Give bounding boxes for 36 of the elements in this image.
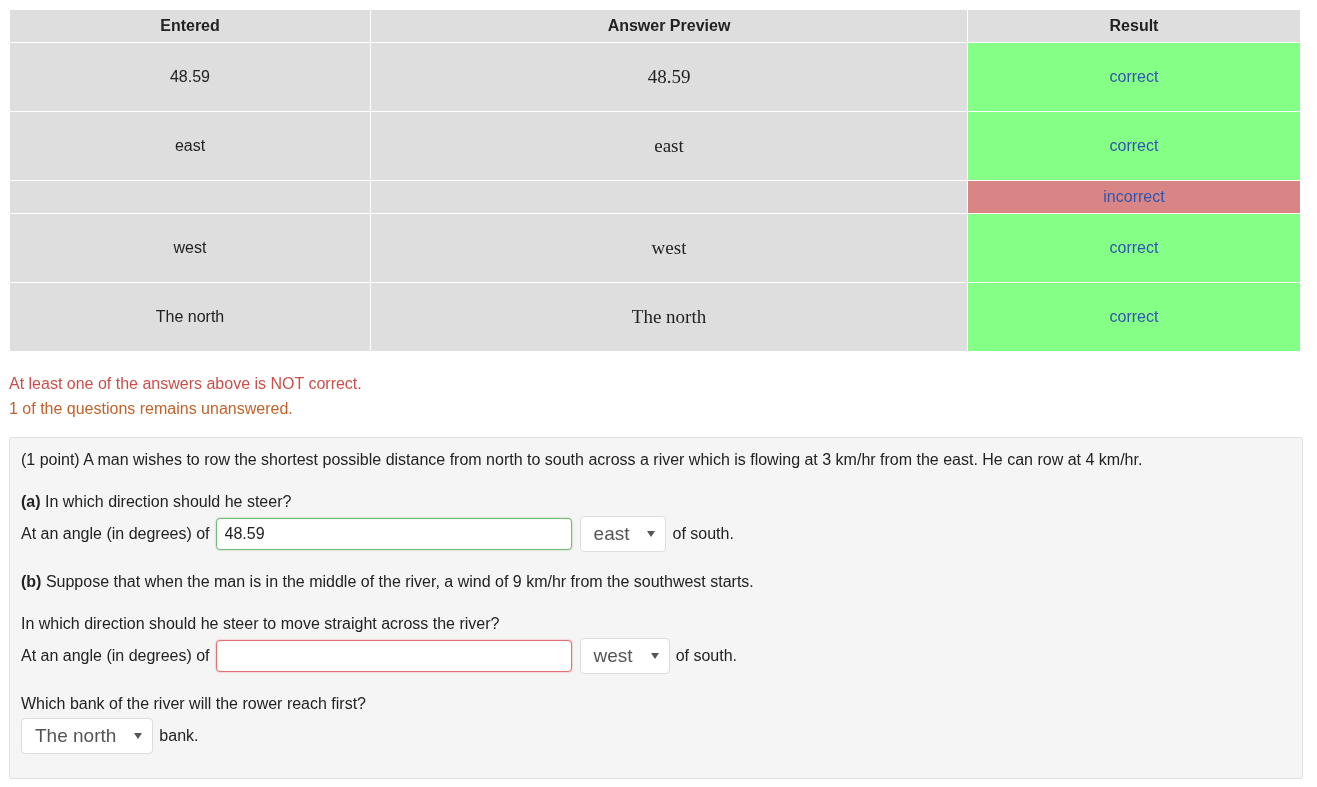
table-cell: east xyxy=(370,111,968,181)
column-header: Answer Preview xyxy=(370,9,968,43)
question-text: Which bank of the river will the rower reach first? xyxy=(21,694,367,714)
result-cell: correct xyxy=(967,282,1301,352)
question-text: In which direction should he steer to move straight across the river? xyxy=(21,614,501,634)
caret-icon xyxy=(134,733,143,739)
problem-text: (1 point) A man wishes to row the shortest possible distance from north to south across a river which is flowing at 3 km/hr from the east. He can row at 4 km/hr. xyxy=(21,450,1144,470)
caret-icon xyxy=(647,531,656,537)
result-cell: correct xyxy=(967,213,1301,283)
dropdown[interactable]: west xyxy=(579,638,670,674)
table-cell: 48.59 xyxy=(370,42,968,112)
column-header: Result xyxy=(967,9,1301,43)
table-cell: west xyxy=(9,213,371,283)
answer-field[interactable]: 48.59 xyxy=(215,518,572,550)
column-header: Entered xyxy=(9,9,371,43)
table-cell: 48.59 xyxy=(9,42,371,112)
table-cell: The north xyxy=(9,282,371,352)
prompt-text: At an angle (in degrees) of xyxy=(21,525,210,543)
suffix-text: bank. xyxy=(159,727,199,745)
table-cell: The north xyxy=(370,282,968,352)
result-cell: correct xyxy=(967,42,1301,112)
suffix-text: of south. xyxy=(672,525,734,543)
result-cell: correct xyxy=(967,111,1301,181)
feedback-message: 1 of the questions remains unanswered. xyxy=(9,399,294,419)
dropdown[interactable]: The north xyxy=(21,718,154,754)
dropdown[interactable]: east xyxy=(579,516,667,552)
result-cell: incorrect xyxy=(967,180,1301,214)
caret-icon xyxy=(650,653,659,659)
feedback-message: At least one of the answers above is NOT correct. xyxy=(9,374,363,394)
table-cell: east xyxy=(9,111,371,181)
table-cell: west xyxy=(370,213,968,283)
question-text: (a) In which direction should he steer? xyxy=(21,492,293,512)
prompt-text: At an angle (in degrees) of xyxy=(21,647,210,665)
answer-field[interactable] xyxy=(215,640,572,672)
question-text: (b) Suppose that when the man is in the middle of the river, a wind of 9 km/hr from the southwest starts. xyxy=(21,572,755,592)
suffix-text: of south. xyxy=(675,647,737,665)
